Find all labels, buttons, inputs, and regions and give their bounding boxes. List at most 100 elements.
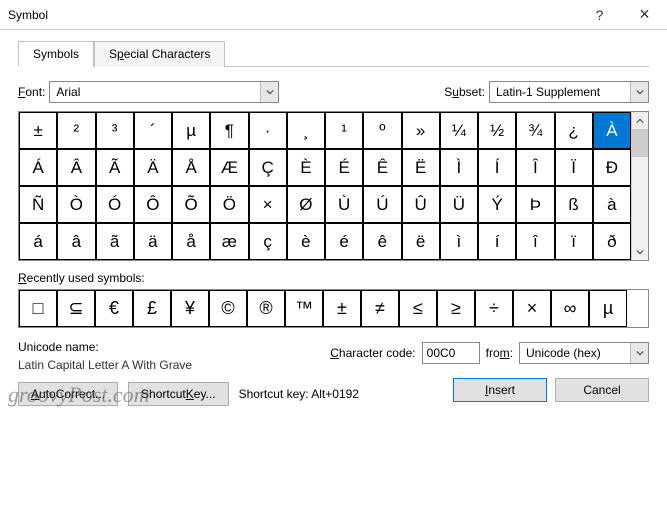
symbol-cell[interactable]: È bbox=[287, 149, 325, 186]
recent-symbol-cell[interactable]: € bbox=[95, 290, 133, 327]
character-code-area: Character code: from: Unicode (hex) bbox=[330, 342, 649, 364]
tab-special-characters[interactable]: Special Characters bbox=[94, 41, 225, 67]
symbol-cell[interactable]: æ bbox=[210, 223, 248, 260]
recent-symbol-cell[interactable]: ∞ bbox=[551, 290, 589, 327]
symbol-cell[interactable]: å bbox=[172, 223, 210, 260]
symbol-cell[interactable]: ä bbox=[134, 223, 172, 260]
symbol-cell[interactable]: ¾ bbox=[516, 112, 554, 149]
recent-symbol-cell[interactable]: □ bbox=[19, 290, 57, 327]
symbol-cell[interactable]: ¹ bbox=[325, 112, 363, 149]
symbol-cell[interactable]: ¸ bbox=[287, 112, 325, 149]
recent-symbol-cell[interactable]: ≥ bbox=[437, 290, 475, 327]
symbol-cell[interactable]: Ñ bbox=[19, 186, 57, 223]
recent-symbol-cell[interactable]: ≤ bbox=[399, 290, 437, 327]
chevron-down-icon[interactable] bbox=[630, 82, 648, 102]
symbol-cell[interactable]: ¶ bbox=[210, 112, 248, 149]
tab-symbols[interactable]: Symbols bbox=[18, 41, 94, 67]
recent-symbol-cell[interactable]: µ bbox=[589, 290, 627, 327]
symbol-cell[interactable]: í bbox=[478, 223, 516, 260]
close-button[interactable]: × bbox=[622, 0, 667, 30]
grid-scrollbar[interactable] bbox=[631, 112, 648, 260]
symbol-cell[interactable]: É bbox=[325, 149, 363, 186]
symbol-cell[interactable]: Þ bbox=[516, 186, 554, 223]
symbol-cell[interactable]: â bbox=[57, 223, 95, 260]
scrollbar-track[interactable] bbox=[632, 129, 648, 243]
watermark: groovyPost.com bbox=[8, 382, 150, 408]
symbol-cell[interactable]: Ø bbox=[287, 186, 325, 223]
symbol-cell[interactable]: µ bbox=[172, 112, 210, 149]
symbol-cell[interactable]: ß bbox=[555, 186, 593, 223]
symbol-cell[interactable]: × bbox=[249, 186, 287, 223]
scroll-up-icon[interactable] bbox=[632, 112, 648, 129]
recent-symbol-cell[interactable]: ⊆ bbox=[57, 290, 95, 327]
symbol-cell[interactable]: Ç bbox=[249, 149, 287, 186]
recent-symbol-cell[interactable]: × bbox=[513, 290, 551, 327]
symbol-cell[interactable]: º bbox=[363, 112, 401, 149]
chevron-down-icon[interactable] bbox=[260, 82, 278, 102]
symbol-cell[interactable]: » bbox=[402, 112, 440, 149]
symbol-cell[interactable]: Ý bbox=[478, 186, 516, 223]
symbol-cell[interactable]: Ð bbox=[593, 149, 631, 186]
symbol-cell[interactable]: Ï bbox=[555, 149, 593, 186]
symbol-cell[interactable]: Ê bbox=[363, 149, 401, 186]
symbol-cell[interactable]: Ú bbox=[363, 186, 401, 223]
symbol-cell[interactable]: À bbox=[593, 112, 631, 149]
symbol-cell[interactable]: Ë bbox=[402, 149, 440, 186]
symbol-cell[interactable]: à bbox=[593, 186, 631, 223]
scrollbar-thumb[interactable] bbox=[632, 129, 648, 157]
symbol-cell[interactable]: Ù bbox=[325, 186, 363, 223]
recent-symbol-cell[interactable]: £ bbox=[133, 290, 171, 327]
symbol-cell[interactable]: ã bbox=[96, 223, 134, 260]
symbol-cell[interactable]: ð bbox=[593, 223, 631, 260]
symbol-cell[interactable]: Í bbox=[478, 149, 516, 186]
from-select[interactable]: Unicode (hex) bbox=[519, 342, 649, 364]
symbol-cell[interactable]: î bbox=[516, 223, 554, 260]
symbol-cell[interactable]: ¿ bbox=[555, 112, 593, 149]
character-code-input[interactable] bbox=[422, 342, 480, 364]
symbol-cell[interactable]: Å bbox=[172, 149, 210, 186]
symbol-cell[interactable]: Á bbox=[19, 149, 57, 186]
recent-symbol-cell[interactable]: ™ bbox=[285, 290, 323, 327]
recent-symbol-cell[interactable]: ± bbox=[323, 290, 361, 327]
recent-symbol-cell[interactable]: ¥ bbox=[171, 290, 209, 327]
symbol-cell[interactable]: Ö bbox=[210, 186, 248, 223]
recent-symbol-cell[interactable]: © bbox=[209, 290, 247, 327]
symbol-cell[interactable]: Õ bbox=[172, 186, 210, 223]
font-select[interactable]: Arial bbox=[49, 81, 279, 103]
symbol-cell[interactable]: Ä bbox=[134, 149, 172, 186]
symbol-cell[interactable]: ½ bbox=[478, 112, 516, 149]
symbol-cell[interactable]: ² bbox=[57, 112, 95, 149]
symbol-cell[interactable]: Î bbox=[516, 149, 554, 186]
symbol-cell[interactable]: · bbox=[249, 112, 287, 149]
symbol-cell[interactable]: Û bbox=[402, 186, 440, 223]
symbol-cell[interactable]: ¼ bbox=[440, 112, 478, 149]
symbol-cell[interactable]: á bbox=[19, 223, 57, 260]
symbol-cell[interactable]: ë bbox=[402, 223, 440, 260]
chevron-down-icon[interactable] bbox=[630, 343, 648, 363]
symbol-cell[interactable]: ± bbox=[19, 112, 57, 149]
symbol-cell[interactable]: Ì bbox=[440, 149, 478, 186]
recent-symbol-cell[interactable]: ® bbox=[247, 290, 285, 327]
recent-symbol-cell[interactable]: ÷ bbox=[475, 290, 513, 327]
symbol-cell[interactable]: Ó bbox=[96, 186, 134, 223]
symbol-cell[interactable]: Ã bbox=[96, 149, 134, 186]
symbol-cell[interactable]: è bbox=[287, 223, 325, 260]
scroll-down-icon[interactable] bbox=[632, 243, 648, 260]
insert-button[interactable]: Insert bbox=[453, 378, 547, 402]
recent-symbol-cell[interactable]: ≠ bbox=[361, 290, 399, 327]
symbol-cell[interactable]: ï bbox=[555, 223, 593, 260]
help-button[interactable]: ? bbox=[577, 0, 622, 30]
symbol-cell[interactable]: Æ bbox=[210, 149, 248, 186]
symbol-cell[interactable]: Ò bbox=[57, 186, 95, 223]
symbol-cell[interactable]: Â bbox=[57, 149, 95, 186]
symbol-cell[interactable]: Ô bbox=[134, 186, 172, 223]
symbol-cell[interactable]: ç bbox=[249, 223, 287, 260]
symbol-cell[interactable]: ´ bbox=[134, 112, 172, 149]
symbol-cell[interactable]: Ü bbox=[440, 186, 478, 223]
symbol-cell[interactable]: ì bbox=[440, 223, 478, 260]
cancel-button[interactable]: Cancel bbox=[555, 378, 649, 402]
subset-select[interactable]: Latin-1 Supplement bbox=[489, 81, 649, 103]
symbol-cell[interactable]: ³ bbox=[96, 112, 134, 149]
symbol-cell[interactable]: ê bbox=[363, 223, 401, 260]
symbol-cell[interactable]: é bbox=[325, 223, 363, 260]
